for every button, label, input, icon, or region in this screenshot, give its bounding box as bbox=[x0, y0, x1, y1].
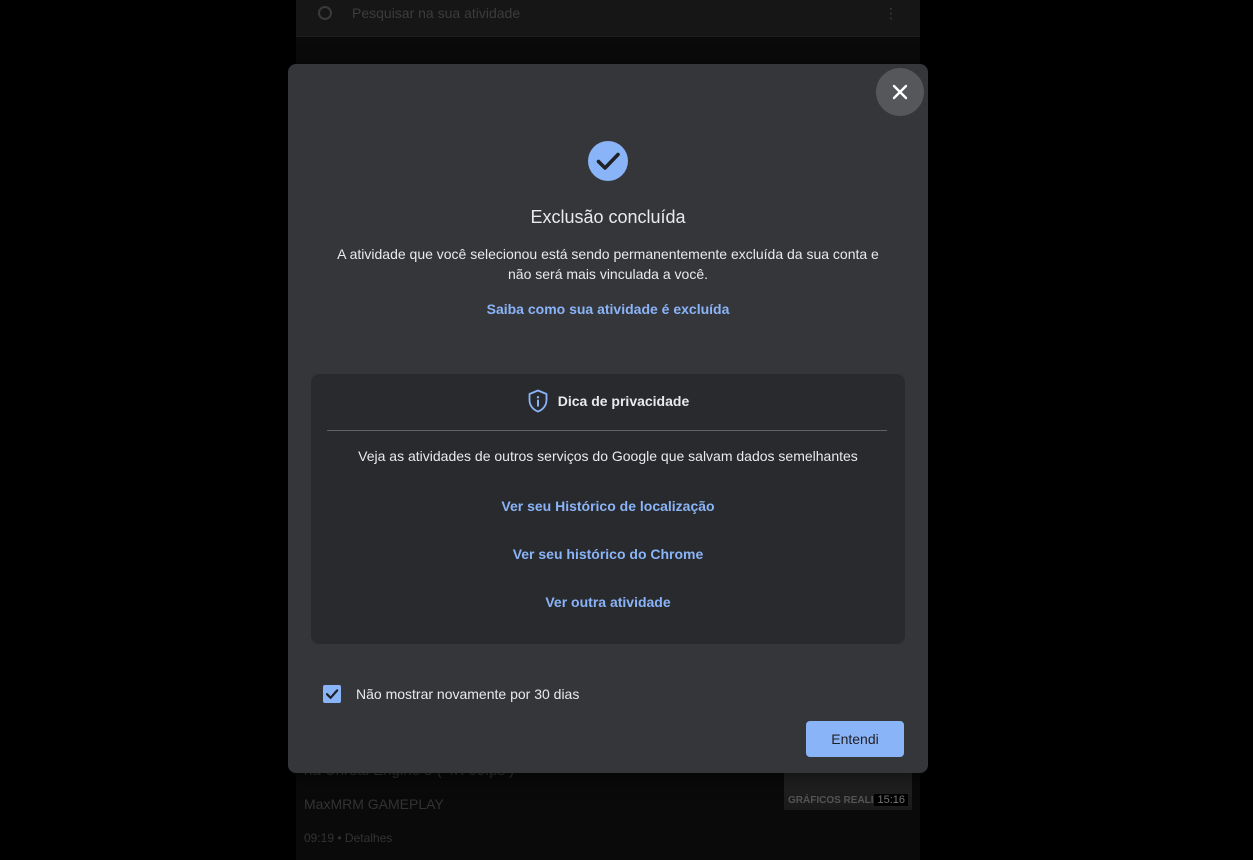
video-duration: 15:16 bbox=[874, 794, 908, 806]
dont-show-again-label: Não mostrar novamente por 30 dias bbox=[356, 686, 580, 702]
dialog-description: A atividade que você selecionou está sen… bbox=[337, 246, 879, 282]
dont-show-again-checkbox[interactable] bbox=[323, 685, 341, 703]
privacy-tip-card: Dica de privacidade Veja as atividades d… bbox=[311, 374, 905, 644]
check-circle-icon bbox=[588, 141, 628, 181]
dialog-title: Exclusão concluída bbox=[530, 207, 686, 227]
background-meta: 09:19 • Detalhes bbox=[304, 831, 393, 845]
learn-deletion-link[interactable]: Saiba como sua atividade é excluída bbox=[288, 301, 928, 317]
close-icon bbox=[892, 84, 908, 100]
divider bbox=[327, 430, 887, 431]
close-button[interactable] bbox=[876, 68, 924, 116]
location-history-link[interactable]: Ver seu Histórico de localização bbox=[311, 498, 905, 514]
background-channel-name: MaxMRM GAMEPLAY bbox=[304, 796, 444, 812]
privacy-tip-description: Veja as atividades de outros serviços do… bbox=[358, 448, 858, 464]
search-icon bbox=[318, 6, 332, 20]
chrome-history-link[interactable]: Ver seu histórico do Chrome bbox=[311, 546, 905, 562]
other-activity-link[interactable]: Ver outra atividade bbox=[311, 594, 905, 610]
more-vert-icon: ⋮ bbox=[884, 5, 898, 21]
deletion-complete-dialog: Exclusão concluída A atividade que você … bbox=[288, 64, 928, 773]
privacy-tip-title: Dica de privacidade bbox=[557, 393, 690, 409]
checkmark-icon bbox=[325, 689, 339, 699]
background-search-bar: Pesquisar na sua atividade ⋮ bbox=[296, 0, 920, 37]
background-search-text: Pesquisar na sua atividade bbox=[352, 5, 521, 21]
shield-info-icon bbox=[528, 389, 548, 413]
privacy-tip-header: Dica de privacidade bbox=[311, 389, 905, 413]
ok-button[interactable]: Entendi bbox=[806, 721, 904, 757]
dont-show-again-row[interactable]: Não mostrar novamente por 30 dias bbox=[323, 685, 579, 703]
